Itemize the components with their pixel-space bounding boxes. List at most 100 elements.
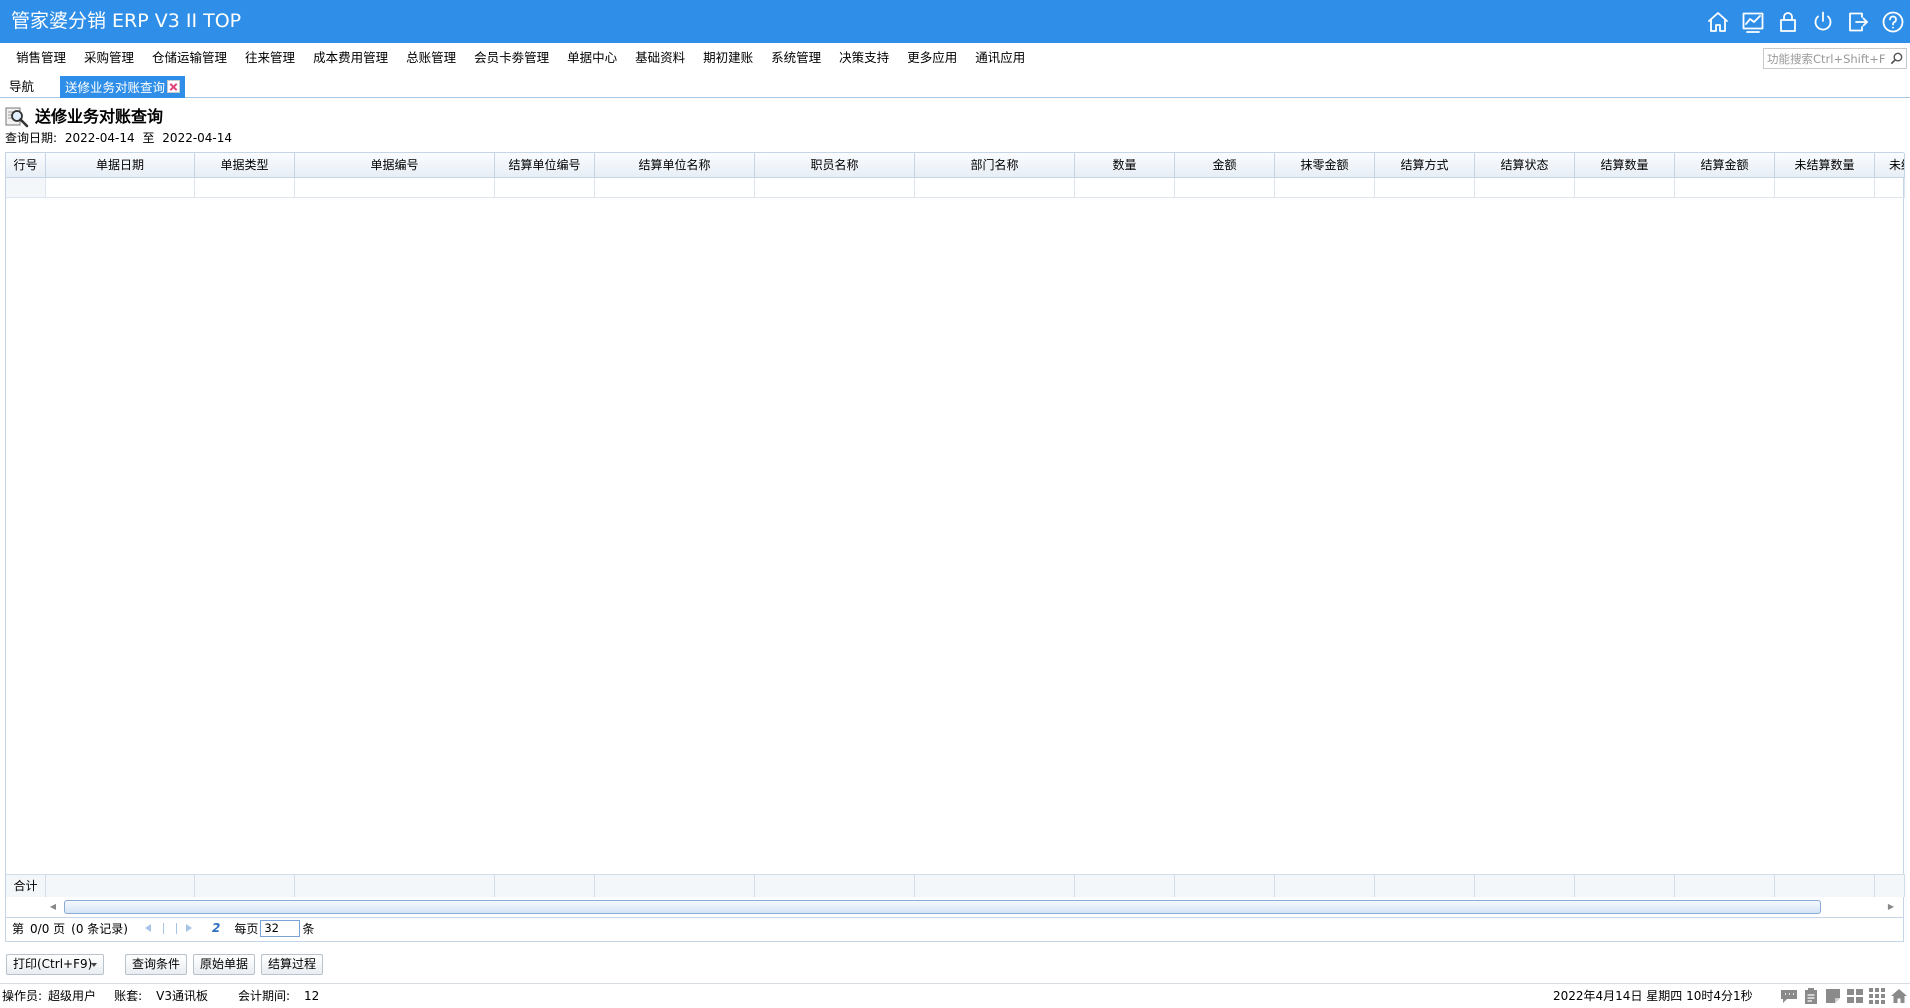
query-conditions-button[interactable]: 查询条件: [125, 954, 188, 975]
apps-icon[interactable]: [1868, 987, 1886, 1005]
home-icon[interactable]: [1700, 9, 1735, 35]
close-icon[interactable]: [167, 80, 180, 93]
date-to: 2022-04-14: [162, 131, 233, 145]
scroll-right-icon[interactable]: ▶: [1886, 901, 1896, 913]
per-page-label: 每页: [234, 921, 259, 936]
menu-more-apps[interactable]: 更多应用: [898, 43, 966, 72]
col-header-employee[interactable]: 职员名称: [755, 153, 915, 177]
search-icon[interactable]: [1889, 51, 1904, 66]
col-header-unit-name[interactable]: 结算单位名称: [595, 153, 755, 177]
function-search-input[interactable]: [1767, 50, 1887, 67]
query-date-info: 查询日期: 2022-04-14 至 2022-04-14: [5, 130, 236, 146]
tab-navigation[interactable]: 导航: [0, 76, 58, 98]
col-header-unsettled-qty[interactable]: 未结算数量: [1775, 153, 1875, 177]
refresh-icon[interactable]: 2: [212, 921, 220, 935]
report-header: 送修业务对账查询: [5, 106, 163, 128]
table-row[interactable]: [6, 178, 1905, 198]
page-title: 送修业务对账查询: [35, 107, 164, 126]
title-toolbar: [1700, 9, 1910, 35]
page-size-input[interactable]: [260, 919, 301, 937]
period-label: 会计期间:: [237, 989, 291, 1003]
menu-cost[interactable]: 成本费用管理: [304, 43, 397, 72]
operator-value: 超级用户: [48, 989, 97, 1003]
chart-icon[interactable]: [1735, 9, 1770, 35]
per-page-unit: 条: [302, 921, 315, 936]
col-header-department[interactable]: 部门名称: [915, 153, 1075, 177]
col-header-row-no[interactable]: 行号: [6, 153, 46, 177]
col-header-rounding[interactable]: 抹零金额: [1275, 153, 1375, 177]
horizontal-scrollbar[interactable]: ◀ ▶: [6, 897, 1903, 917]
app-title: 管家婆分销 ERP V3 II TOP: [11, 10, 242, 32]
message-icon[interactable]: [1780, 987, 1798, 1005]
scroll-left-icon[interactable]: ◀: [48, 901, 58, 913]
page-prefix: 第: [12, 921, 25, 936]
account-value: V3通讯板: [156, 989, 208, 1003]
col-header-quantity[interactable]: 数量: [1075, 153, 1175, 177]
action-buttons: 打印(Ctrl+F9) 查询条件 原始单据 结算过程: [6, 954, 324, 975]
grid-total-row: 合计: [6, 874, 1905, 897]
date-from: 2022-04-14: [64, 131, 135, 145]
col-header-amount[interactable]: 金额: [1175, 153, 1275, 177]
menu-accounts[interactable]: 往来管理: [236, 43, 304, 72]
menu-opening[interactable]: 期初建账: [694, 43, 762, 72]
menu-sales[interactable]: 销售管理: [7, 43, 75, 72]
menu-system[interactable]: 系统管理: [762, 43, 830, 72]
col-header-settle-qty[interactable]: 结算数量: [1575, 153, 1675, 177]
print-button[interactable]: 打印(Ctrl+F9): [6, 954, 104, 975]
chevron-down-icon[interactable]: [91, 963, 97, 967]
col-header-unit-code[interactable]: 结算单位编号: [495, 153, 595, 177]
lock-icon[interactable]: [1770, 9, 1805, 35]
status-icons: [1776, 987, 1908, 1005]
menu-communication[interactable]: 通讯应用: [966, 43, 1034, 72]
menu-basic-data[interactable]: 基础资料: [626, 43, 694, 72]
menu-warehouse[interactable]: 仓储运输管理: [143, 43, 236, 72]
col-header-doc-number[interactable]: 单据编号: [295, 153, 495, 177]
tab-repair-reconciliation[interactable]: 送修业务对账查询: [60, 76, 185, 98]
menu-ledger[interactable]: 总账管理: [397, 43, 465, 72]
grid-view-icon[interactable]: [1846, 987, 1864, 1005]
date-label: 查询日期:: [5, 131, 58, 145]
home-small-icon[interactable]: [1890, 987, 1908, 1005]
page-info: 0/0 页: [30, 921, 66, 936]
menu-bar: 销售管理 采购管理 仓储运输管理 往来管理 成本费用管理 总账管理 会员卡劵管理…: [0, 43, 1910, 72]
status-datetime: 2022年4月14日 星期四 10时4分1秒: [1553, 989, 1753, 1003]
settlement-process-button[interactable]: 结算过程: [261, 954, 324, 975]
col-header-settle-amount[interactable]: 结算金额: [1675, 153, 1775, 177]
logout-icon[interactable]: [1840, 9, 1875, 35]
first-page-icon[interactable]: [142, 922, 154, 934]
menu-decision[interactable]: 决策支持: [830, 43, 898, 72]
operator-label: 操作员:: [2, 989, 43, 1003]
data-grid: 行号 单据日期 单据类型 单据编号 结算单位编号 结算单位名称 职员名称 部门名…: [5, 152, 1905, 918]
date-separator: 至: [142, 131, 155, 145]
note-icon[interactable]: [1824, 987, 1842, 1005]
col-header-doc-type[interactable]: 单据类型: [195, 153, 295, 177]
menu-purchase[interactable]: 采购管理: [75, 43, 143, 72]
magnifier-report-icon: [5, 107, 29, 128]
grid-header: 行号 单据日期 单据类型 单据编号 结算单位编号 结算单位名称 职员名称 部门名…: [6, 153, 1905, 178]
power-icon[interactable]: [1805, 9, 1840, 35]
account-label: 账套:: [114, 989, 143, 1003]
function-search: [1763, 48, 1907, 69]
col-header-settle-status[interactable]: 结算状态: [1475, 153, 1575, 177]
print-button-label: 打印(Ctrl+F9): [13, 957, 93, 971]
pager-divider: [162, 922, 164, 934]
col-header-doc-date[interactable]: 单据日期: [46, 153, 195, 177]
status-bar: 操作员: 超级用户 账套: V3通讯板 会计期间: 12 2022年4月14日 …: [0, 983, 1910, 1007]
clipboard-icon[interactable]: [1802, 987, 1820, 1005]
pager-divider: [175, 922, 177, 934]
scroll-thumb[interactable]: [64, 900, 1821, 914]
title-bar: 管家婆分销 ERP V3 II TOP: [0, 0, 1910, 43]
total-label: 合计: [6, 875, 46, 897]
next-page-icon[interactable]: [183, 922, 195, 934]
col-header-settle-method[interactable]: 结算方式: [1375, 153, 1475, 177]
period-value: 12: [304, 989, 320, 1003]
tab-bar: 导航 送修业务对账查询: [0, 76, 1910, 98]
help-icon[interactable]: [1875, 9, 1910, 35]
menu-documents[interactable]: 单据中心: [558, 43, 626, 72]
record-count: (0 条记录): [71, 921, 128, 936]
original-document-button[interactable]: 原始单据: [193, 954, 256, 975]
col-header-unsettled-partial[interactable]: 未结: [1875, 153, 1905, 177]
pagination-bar: 第 0/0 页 (0 条记录) 2 每页 条: [5, 915, 1904, 942]
tab-label: 送修业务对账查询: [65, 80, 166, 95]
menu-member-card[interactable]: 会员卡劵管理: [465, 43, 558, 72]
